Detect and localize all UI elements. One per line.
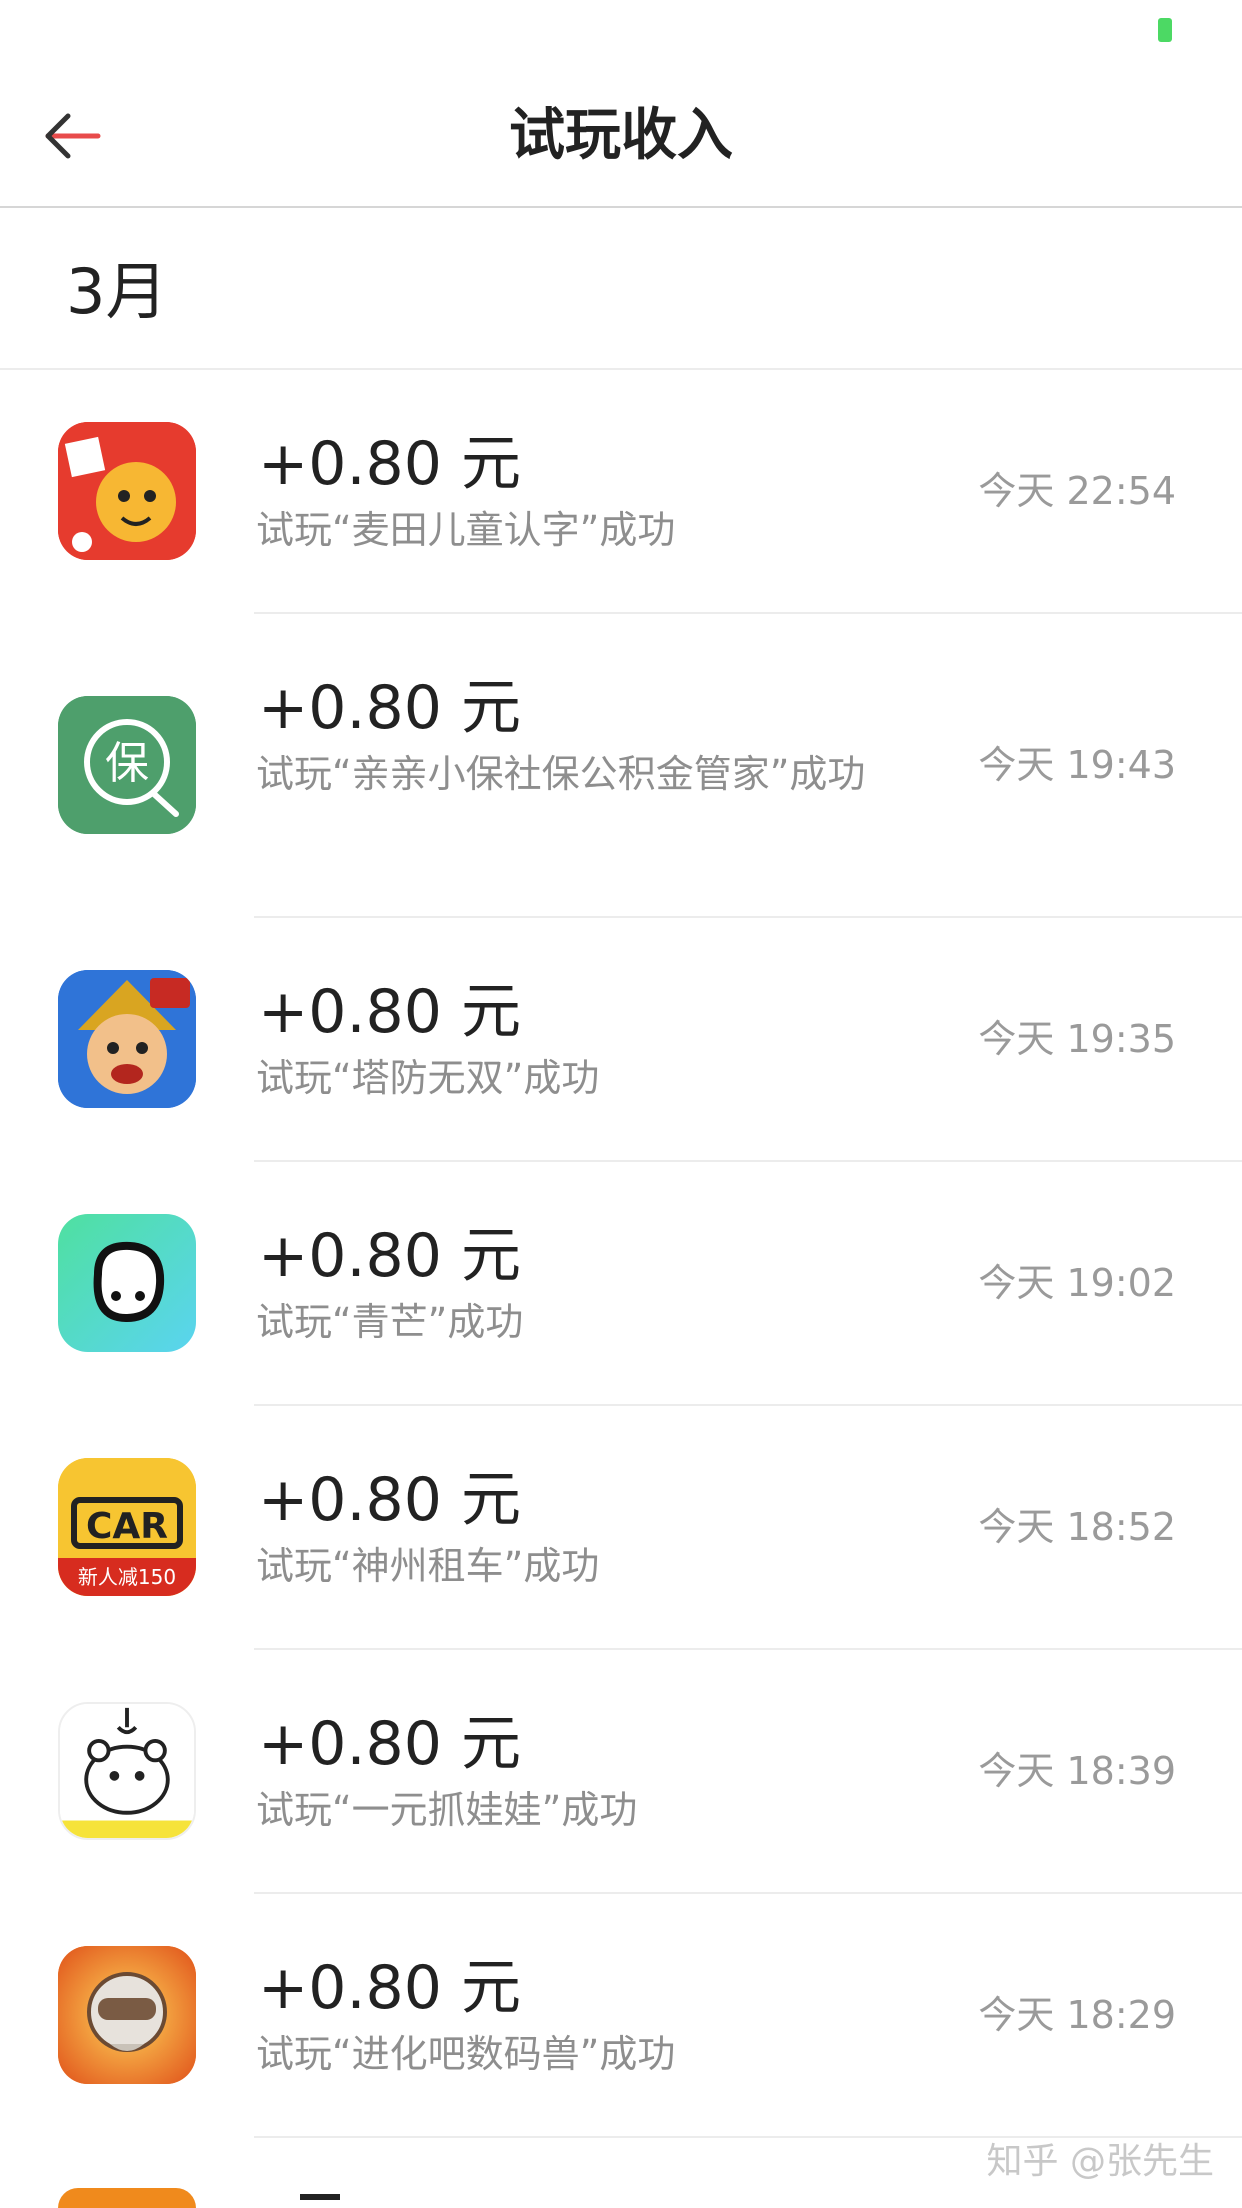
income-description: 试玩“麦田儿童认字”成功 — [256, 508, 676, 552]
income-time: 今天 22:54 — [978, 469, 1176, 513]
income-amount: +0.80 元 — [258, 673, 521, 743]
income-time: 今天 19:35 — [978, 1017, 1176, 1061]
income-amount: +0.80 元 — [258, 1953, 521, 2023]
svg-text:保: 保 — [105, 738, 149, 789]
list-item[interactable]: +0.80 元 试玩“青芒”成功 今天 19:02 — [0, 1162, 1242, 1406]
svg-text:CAR: CAR — [86, 1506, 168, 1547]
status-bar — [0, 0, 1242, 60]
list-item[interactable]: +0.80 元 试玩“塔防无双”成功 今天 19:35 — [0, 918, 1242, 1162]
list-item[interactable]: CAR 新人减150 +0.80 元 试玩“神州租车”成功 今天 18:52 — [0, 1406, 1242, 1650]
income-time: 今天 18:29 — [978, 1993, 1176, 2037]
list-item[interactable]: 保 +0.80 元 试玩“亲亲小保社保公积金管家”成功 今天 19:43 — [0, 614, 1242, 918]
month-label: 3月 — [66, 255, 168, 328]
partial-app-icon — [58, 2188, 196, 2208]
income-time: 今天 18:39 — [978, 1749, 1176, 1793]
month-section-header: 3月 — [0, 208, 1242, 370]
shenzhou-car-icon: CAR 新人减150 — [58, 1458, 196, 1596]
income-description: 试玩“亲亲小保社保公积金管家”成功 — [256, 752, 866, 796]
watermark: 知乎 @张先生 — [986, 2141, 1214, 2182]
list-item[interactable]: +0.80 元 试玩“进化吧数码兽”成功 今天 18:29 — [0, 1894, 1242, 2138]
navigation-bar: 试玩收入 — [0, 60, 1242, 208]
income-time: 今天 18:52 — [978, 1505, 1176, 1549]
icon-badge-text: 新人减150 — [77, 1565, 177, 1589]
income-description: 试玩“塔防无双”成功 — [256, 1056, 600, 1100]
income-description: 试玩“神州租车”成功 — [256, 1544, 600, 1588]
list-item[interactable]: +0.80 元 试玩“一元抓娃娃”成功 今天 18:39 — [0, 1650, 1242, 1894]
battery-icon — [1158, 18, 1172, 42]
tafang-wushuang-icon — [58, 970, 196, 1108]
income-time: 今天 19:43 — [978, 743, 1176, 787]
income-description: 试玩“青芒”成功 — [256, 1300, 524, 1344]
list-item[interactable]: +0.80 元 试玩“麦田儿童认字”成功 今天 22:54 — [0, 370, 1242, 614]
page-title: 试玩收入 — [509, 103, 733, 168]
qingmang-icon — [58, 1214, 196, 1352]
income-amount: +0.80 元 — [258, 1709, 521, 1779]
shumashou-icon — [58, 1946, 196, 2084]
income-description: 试玩“一元抓娃娃”成功 — [256, 1788, 638, 1832]
income-description: 试玩“进化吧数码兽”成功 — [256, 2032, 676, 2076]
maitian-icon — [58, 422, 196, 560]
zhuawawa-icon — [58, 1702, 196, 1840]
income-amount: +0.80 元 — [258, 429, 521, 499]
income-amount: +0.80 元 — [258, 1221, 521, 1291]
partial-amount — [300, 2194, 340, 2200]
income-list: +0.80 元 试玩“麦田儿童认字”成功 今天 22:54 保 +0.80 元 … — [0, 370, 1242, 2138]
income-amount: +0.80 元 — [258, 1465, 521, 1535]
income-amount: +0.80 元 — [258, 977, 521, 1047]
income-time: 今天 19:02 — [978, 1261, 1176, 1305]
qinqin-xiaobao-icon: 保 — [58, 696, 196, 834]
